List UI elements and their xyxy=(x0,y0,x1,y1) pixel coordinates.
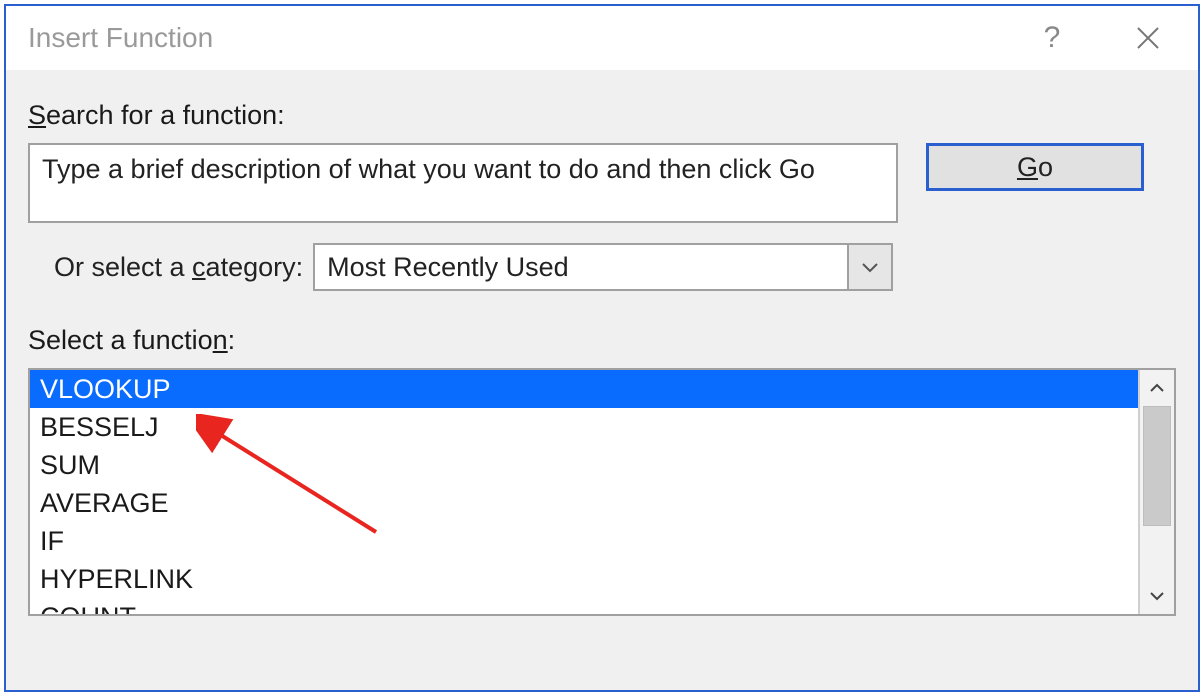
list-item[interactable]: HYPERLINK xyxy=(30,560,1138,598)
list-item[interactable]: VLOOKUP xyxy=(30,370,1138,408)
list-item[interactable]: SUM xyxy=(30,446,1138,484)
category-select[interactable]: Most Recently Used xyxy=(313,243,893,291)
scrollbar[interactable] xyxy=(1138,370,1174,614)
chevron-up-icon xyxy=(1149,382,1165,394)
dialog-content: Search for a function: Go Or select a ca… xyxy=(6,70,1198,616)
help-button[interactable]: ? xyxy=(1024,10,1080,66)
select-function-label: Select a function: xyxy=(28,325,1176,356)
category-selected-value: Most Recently Used xyxy=(327,252,569,283)
list-item[interactable]: COUNT xyxy=(30,598,1138,614)
list-item[interactable]: IF xyxy=(30,522,1138,560)
go-button[interactable]: Go xyxy=(926,143,1144,191)
category-dropdown-button[interactable] xyxy=(847,245,891,289)
category-row: Or select a category: Most Recently Used xyxy=(54,243,1176,291)
close-icon xyxy=(1135,25,1161,51)
chevron-down-icon xyxy=(861,261,879,273)
scroll-up-button[interactable] xyxy=(1140,370,1174,406)
category-label: Or select a category: xyxy=(54,252,303,283)
insert-function-dialog: Insert Function ? Search for a function:… xyxy=(4,4,1200,692)
title-bar: Insert Function ? xyxy=(6,6,1198,70)
scroll-down-button[interactable] xyxy=(1140,578,1174,614)
function-list[interactable]: VLOOKUPBESSELJSUMAVERAGEIFHYPERLINKCOUNT xyxy=(30,370,1138,614)
scroll-thumb[interactable] xyxy=(1143,406,1171,526)
search-input[interactable] xyxy=(28,143,898,223)
search-row: Go xyxy=(28,143,1176,223)
dialog-title: Insert Function xyxy=(28,22,1024,54)
scroll-track[interactable] xyxy=(1140,406,1174,578)
function-listbox[interactable]: VLOOKUPBESSELJSUMAVERAGEIFHYPERLINKCOUNT xyxy=(28,368,1176,616)
list-item[interactable]: AVERAGE xyxy=(30,484,1138,522)
chevron-down-icon xyxy=(1149,590,1165,602)
list-item[interactable]: BESSELJ xyxy=(30,408,1138,446)
search-label: Search for a function: xyxy=(28,100,1176,131)
close-button[interactable] xyxy=(1120,10,1176,66)
